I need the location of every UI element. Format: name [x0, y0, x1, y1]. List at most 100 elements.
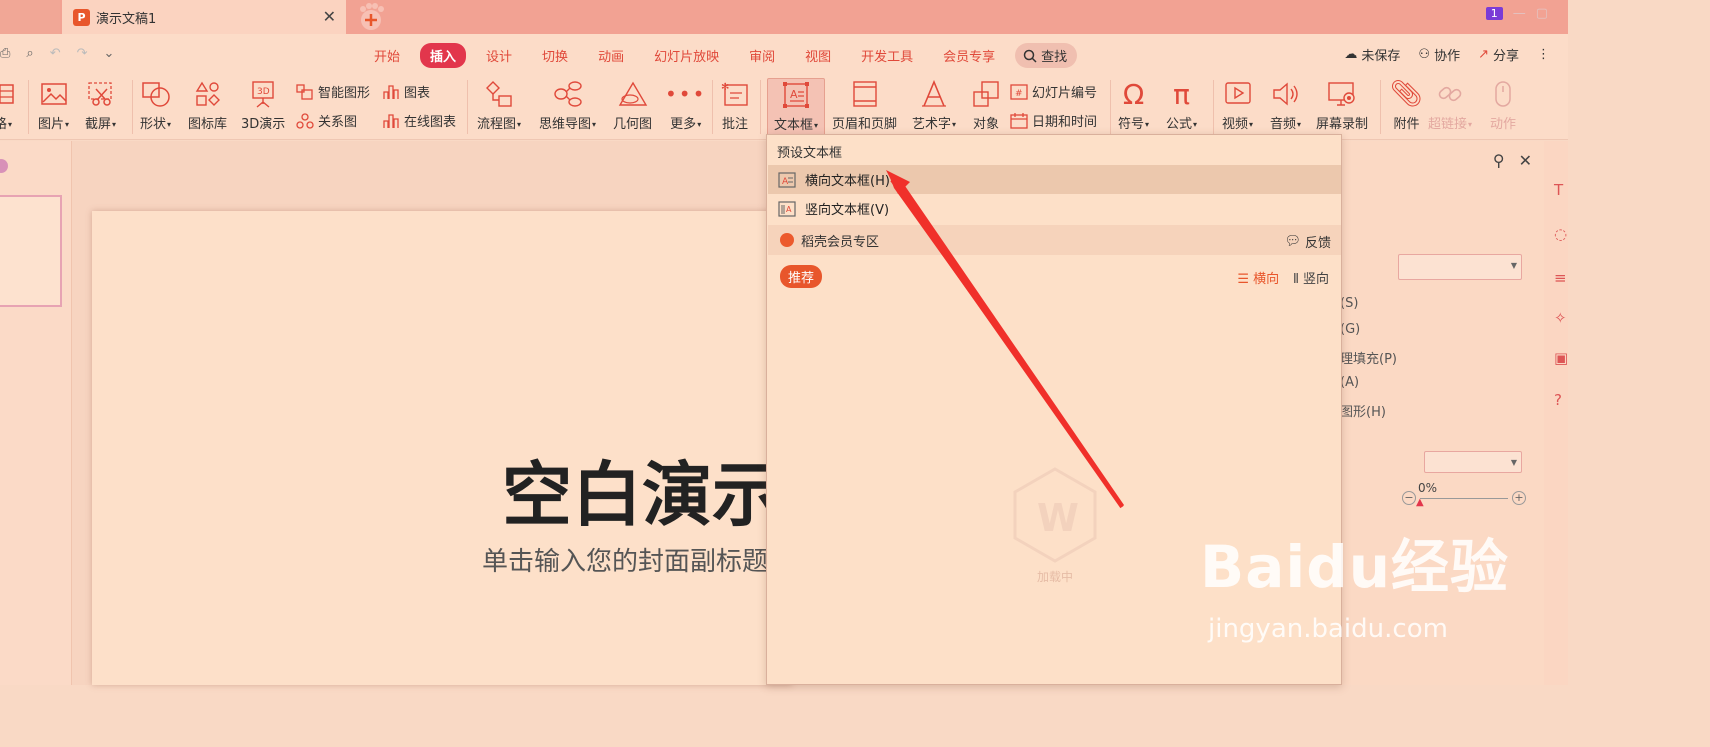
- geometry-button[interactable]: 几何图: [613, 78, 652, 136]
- icon-library-button[interactable]: 图标库: [188, 78, 227, 136]
- slide-subtitle[interactable]: 单击输入您的封面副标题: [482, 541, 768, 578]
- preview-icon[interactable]: ⌕: [26, 46, 33, 61]
- option-shape[interactable]: 图形(H): [1340, 401, 1386, 420]
- share-button[interactable]: ↗ 分享: [1478, 45, 1519, 64]
- horizontal-textbox-item[interactable]: A 横向文本框(H): [768, 165, 1341, 194]
- menu-view[interactable]: 视图: [795, 43, 841, 68]
- smart-shape-button[interactable]: 智能图形: [296, 82, 370, 101]
- option-pattern-fill[interactable]: 理填充(P): [1340, 348, 1397, 367]
- menu-slideshow[interactable]: 幻灯片放映: [644, 43, 729, 68]
- option-s[interactable]: (S): [1340, 296, 1358, 311]
- video-button[interactable]: 视频▾: [1222, 78, 1253, 136]
- comment-button[interactable]: ✻ 批注: [721, 78, 749, 136]
- screen-record-button[interactable]: 屏幕录制: [1316, 78, 1368, 136]
- menu-animation[interactable]: 动画: [588, 43, 634, 68]
- slider-thumb[interactable]: ▲: [1416, 497, 1424, 508]
- idea-icon[interactable]: ◌: [1554, 225, 1567, 243]
- pi-icon: π: [1173, 77, 1190, 111]
- 3d-demo-button[interactable]: 3D 3D演示: [241, 78, 285, 136]
- settings-icon[interactable]: ≡: [1554, 269, 1567, 287]
- video-label: 视频: [1222, 117, 1249, 132]
- symbol-button[interactable]: Ω 符号▾: [1118, 78, 1149, 136]
- menu-developer[interactable]: 开发工具: [851, 43, 923, 68]
- layout-icon[interactable]: ▣: [1554, 349, 1568, 367]
- decrease-icon[interactable]: −: [1402, 491, 1416, 505]
- menu-home[interactable]: 开始: [364, 43, 410, 68]
- menu-transition[interactable]: 切换: [532, 43, 578, 68]
- flowchart-button[interactable]: 流程图▾: [477, 78, 521, 136]
- online-chart-button[interactable]: 在线图表: [382, 111, 456, 130]
- header-footer-label: 页眉和页脚: [832, 117, 898, 132]
- document-tab[interactable]: P 演示文稿1 ✕: [62, 0, 346, 34]
- fill-dropdown[interactable]: ▼: [1398, 254, 1522, 280]
- feedback-button[interactable]: 💬︎ 反馈: [1284, 232, 1331, 251]
- chart-button[interactable]: 图表: [382, 82, 430, 101]
- pane-header-controls: ⚲ ✕: [1493, 151, 1532, 170]
- new-tab-icon[interactable]: [355, 2, 387, 32]
- close-pane-icon[interactable]: ✕: [1519, 151, 1532, 170]
- slide-thumbnail[interactable]: [0, 195, 62, 307]
- header-footer-button[interactable]: 页眉和页脚: [832, 78, 897, 136]
- menu-bar: ⎙ ⌕ ↶ ↷ ⌄ 开始 插入 设计 切换 动画 幻灯片放映 审阅 视图 开发工…: [0, 34, 1568, 74]
- formula-button[interactable]: π 公式▾: [1166, 78, 1197, 136]
- horizontal-filter[interactable]: ☰ 横向: [1237, 268, 1279, 287]
- object-button[interactable]: 对象: [972, 78, 1000, 136]
- audio-button[interactable]: 音频▾: [1270, 78, 1301, 136]
- menu-insert[interactable]: 插入: [420, 43, 467, 68]
- vertical-filter[interactable]: ⦀ 竖向: [1293, 268, 1329, 287]
- search-button[interactable]: 查找: [1015, 43, 1078, 68]
- undo-icon[interactable]: ↶: [50, 46, 61, 61]
- menu-design[interactable]: 设计: [476, 43, 522, 68]
- option-a[interactable]: (A): [1340, 375, 1359, 390]
- pin-icon[interactable]: ⚲: [1493, 151, 1505, 170]
- more-menu-icon[interactable]: ⋮: [1537, 47, 1550, 62]
- collab-label: 协作: [1434, 49, 1461, 64]
- recommend-tab[interactable]: 推荐: [780, 265, 823, 288]
- home-tab[interactable]: [0, 0, 60, 34]
- omega-icon: Ω: [1122, 77, 1145, 111]
- quick-access-toolbar: ⎙ ⌕ ↶ ↷ ⌄: [0, 46, 114, 61]
- maximize-icon[interactable]: ▢: [1536, 6, 1548, 21]
- textbox-button[interactable]: A 文本框▾: [767, 78, 825, 136]
- picture-button[interactable]: 图片▾: [38, 78, 69, 136]
- attachment-button[interactable]: 📎︎ 附件: [1390, 78, 1423, 136]
- animation-icon[interactable]: ✧: [1554, 309, 1567, 327]
- customize-icon[interactable]: ⌄: [104, 46, 115, 61]
- transparency-slider[interactable]: − 0% ▲ +: [1402, 481, 1528, 509]
- more-button[interactable]: ••• 更多▾: [665, 78, 706, 136]
- minimize-icon[interactable]: —: [1513, 6, 1526, 21]
- menu-member[interactable]: 会员专享: [933, 43, 1005, 68]
- color-dropdown[interactable]: ▼: [1424, 451, 1522, 473]
- collab-button[interactable]: ⚇ 协作: [1418, 45, 1460, 64]
- print-icon[interactable]: ⎙: [0, 46, 10, 61]
- menu-review[interactable]: 审阅: [739, 43, 785, 68]
- option-g[interactable]: (G): [1340, 322, 1360, 337]
- slide-number-button[interactable]: # 幻灯片编号: [1010, 82, 1097, 101]
- window-controls: 1 — ▢: [1485, 6, 1548, 21]
- text-tool-icon[interactable]: T: [1554, 181, 1563, 199]
- unsaved-button[interactable]: ☁ 未保存: [1344, 45, 1400, 64]
- flowchart-icon: [486, 81, 512, 107]
- slide-title[interactable]: 空白演示: [502, 439, 782, 540]
- shape-button[interactable]: 形状▾: [140, 78, 171, 136]
- datetime-button[interactable]: 日期和时间: [1010, 111, 1097, 130]
- increase-icon[interactable]: +: [1512, 491, 1526, 505]
- add-slide-dot-icon[interactable]: [0, 159, 8, 173]
- mindmap-button[interactable]: 思维导图▾: [539, 78, 596, 136]
- vertical-textbox-item[interactable]: A 竖向文本框(V): [768, 194, 1341, 223]
- screenshot-button[interactable]: 截屏▾: [85, 78, 116, 136]
- wordart-button[interactable]: 艺术字▾: [912, 78, 956, 136]
- table-button[interactable]: 格▾: [0, 78, 14, 136]
- 3d-demo-label: 3D演示: [241, 117, 286, 132]
- separator: [467, 80, 468, 134]
- close-tab-icon[interactable]: ✕: [323, 7, 336, 26]
- notification-badge[interactable]: 1: [1485, 7, 1503, 20]
- chart-icon: [383, 84, 399, 99]
- docer-vip-zone[interactable]: 稻壳会员专区 💬︎ 反馈: [768, 225, 1341, 255]
- help-icon[interactable]: ?: [1554, 391, 1562, 409]
- relation-button[interactable]: 关系图: [296, 111, 357, 130]
- vertical-textbox-icon: A: [778, 200, 796, 217]
- slide[interactable]: 空白演示 单击输入您的封面副标题: [92, 211, 792, 685]
- redo-icon[interactable]: ↷: [77, 46, 88, 61]
- wps-logo-icon: W: [1013, 467, 1097, 563]
